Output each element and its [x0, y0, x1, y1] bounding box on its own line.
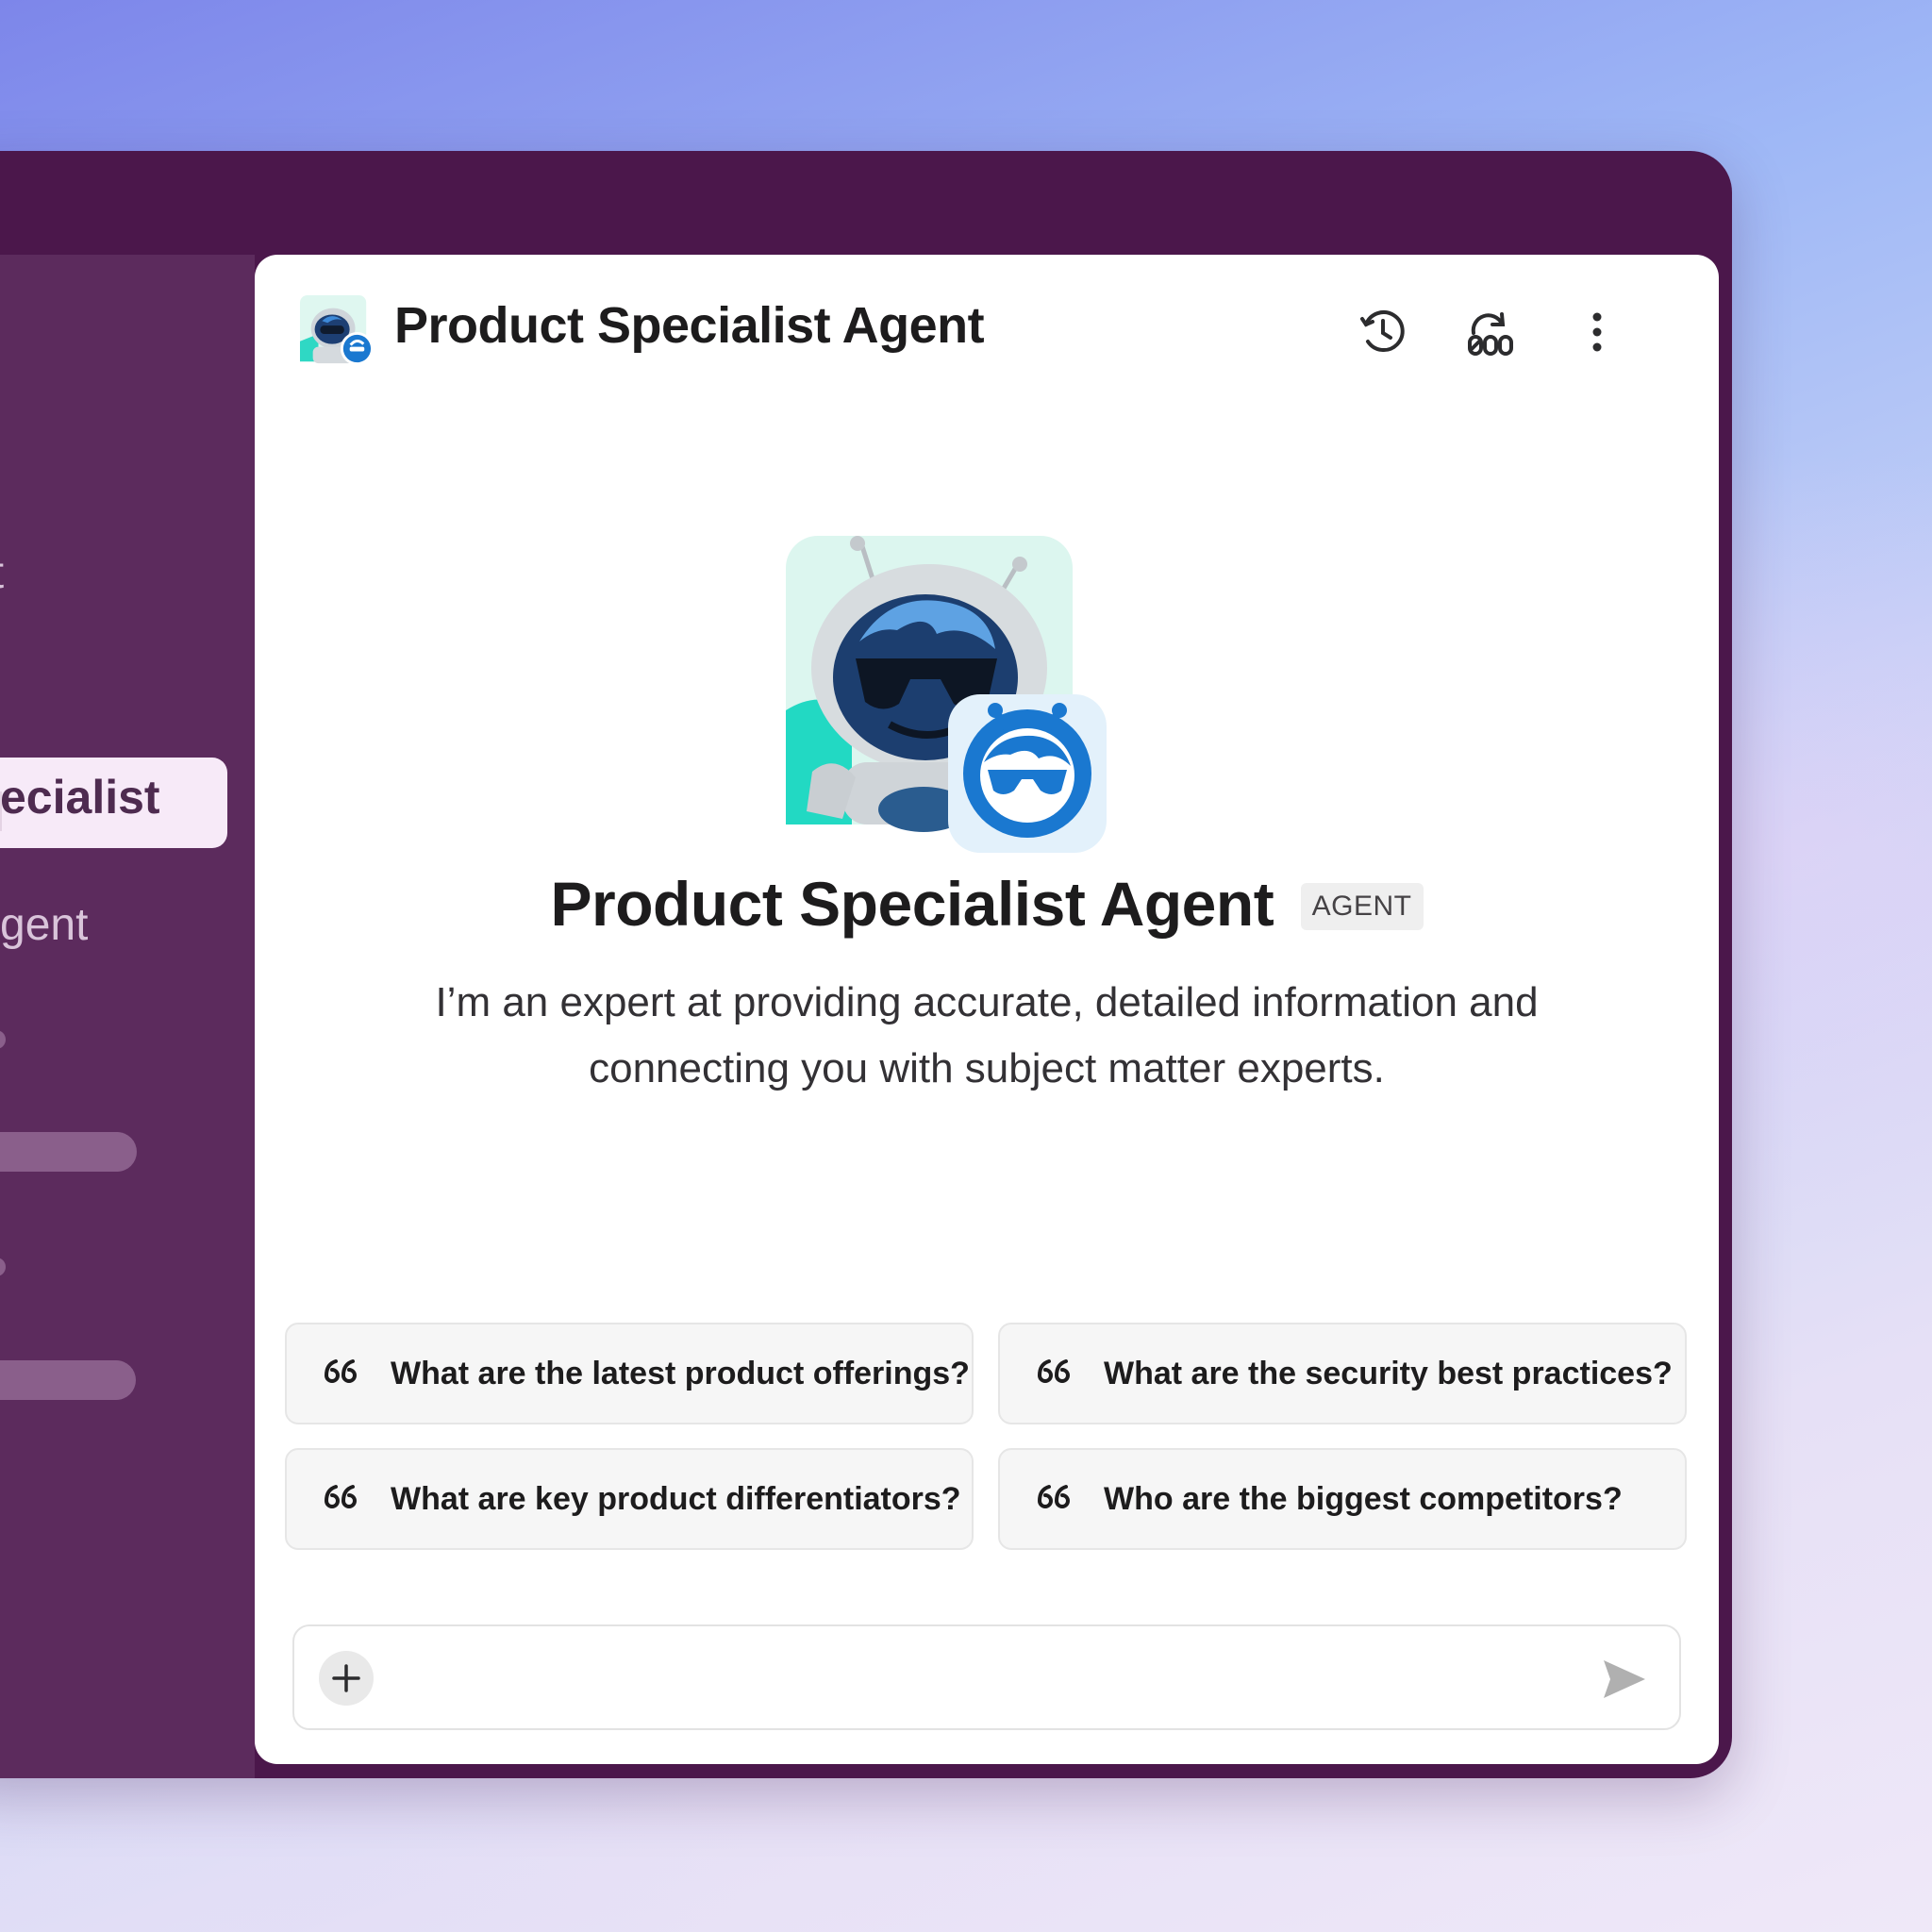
header-title: Product Specialist Agent	[394, 297, 985, 354]
sidebar-item-label: ecialist	[0, 771, 160, 824]
suggested-prompt[interactable]: What are key product differentiators?	[285, 1448, 974, 1550]
quote-icon	[1036, 1482, 1079, 1516]
sidebar-item-product-specialist[interactable]: ecialist	[0, 758, 227, 848]
quote-icon	[323, 1482, 366, 1516]
sidebar-item-label: gent	[0, 900, 89, 950]
sidebar-placeholder-dot	[0, 1257, 6, 1276]
hero-title: Product Specialist Agent	[550, 869, 1274, 939]
sidebar-placeholder-bar	[0, 1360, 136, 1400]
prompt-text: Who are the biggest competitors?	[1104, 1480, 1623, 1517]
hero-title-row: Product Specialist Agent AGENT	[255, 868, 1719, 940]
suggested-prompt[interactable]: Who are the biggest competitors?	[998, 1448, 1687, 1550]
agent-avatar-large	[786, 536, 1107, 853]
suggested-prompt[interactable]: What are the security best practices?	[998, 1323, 1687, 1424]
message-composer	[292, 1624, 1681, 1730]
plus-icon	[332, 1664, 360, 1692]
suggested-prompt[interactable]: What are the latest product offerings?	[285, 1323, 974, 1424]
refresh-icon[interactable]	[1461, 304, 1518, 360]
prompt-text: What are the security best practices?	[1104, 1355, 1673, 1391]
agent-avatar-small[interactable]	[300, 295, 374, 369]
sidebar-placeholder-dot	[0, 1030, 6, 1049]
more-options-icon[interactable]	[1569, 304, 1625, 360]
sidebar-item-stub	[0, 791, 2, 831]
agent-panel: Product Specialist Agent Product Special…	[255, 255, 1719, 1764]
prompt-text: What are the latest product offerings?	[391, 1355, 970, 1391]
send-button[interactable]	[1598, 1653, 1651, 1706]
history-icon[interactable]	[1355, 304, 1411, 360]
sidebar-placeholder-bar	[0, 1132, 137, 1172]
prompt-text: What are key product differentiators?	[391, 1480, 961, 1517]
sidebar-item-3[interactable]: gent	[0, 899, 88, 951]
app-window: nt ecialist gent Product Specia	[0, 151, 1732, 1778]
quote-icon	[1036, 1357, 1079, 1391]
add-attachment-button[interactable]	[319, 1651, 374, 1706]
hero-description: I’m an expert at providing accurate, det…	[435, 979, 1539, 1091]
message-input[interactable]	[398, 1645, 1534, 1713]
sidebar-item-label: nt	[0, 547, 4, 599]
sidebar-item-1[interactable]: nt	[0, 547, 4, 599]
agent-badge: AGENT	[1300, 883, 1424, 930]
sidebar: nt ecialist gent	[0, 255, 255, 1778]
send-icon	[1604, 1660, 1645, 1698]
quote-icon	[323, 1357, 366, 1391]
